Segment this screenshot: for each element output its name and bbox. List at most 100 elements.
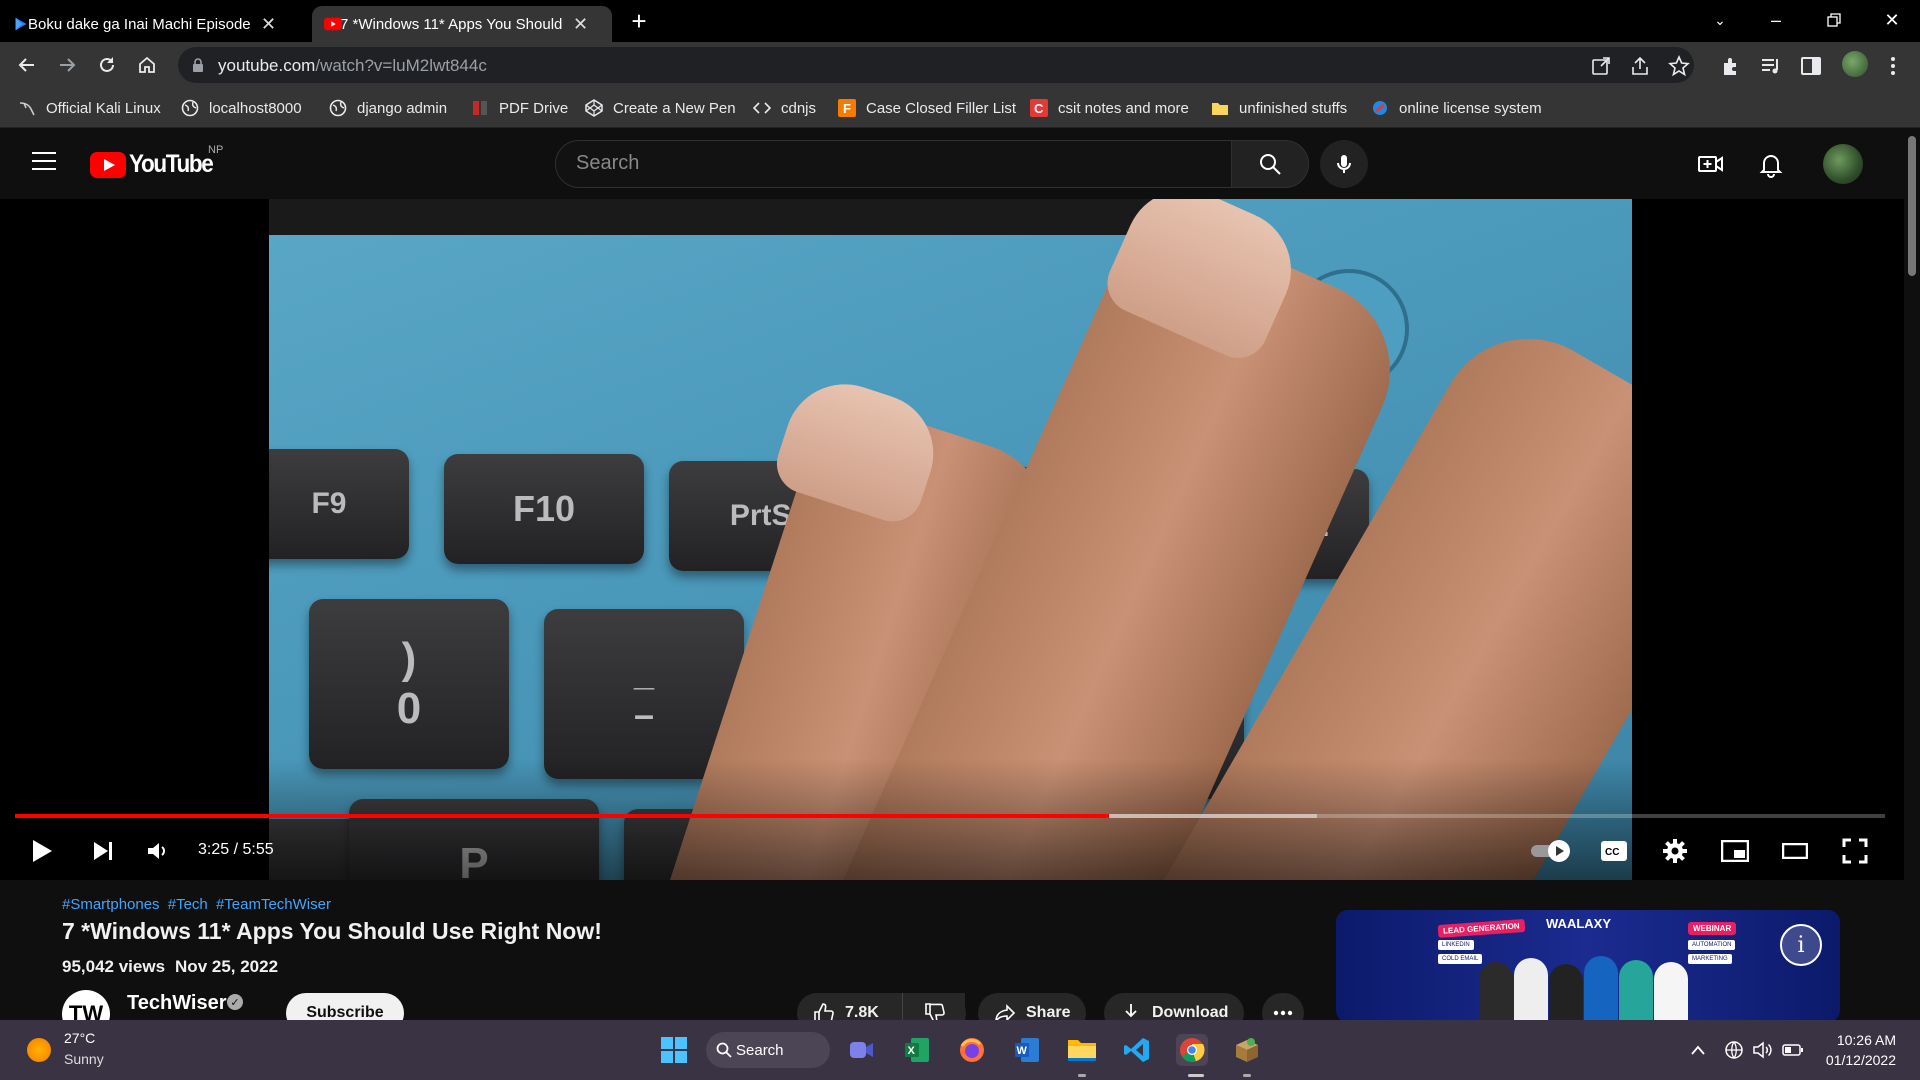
play-button[interactable] <box>24 833 60 869</box>
youtube-icon <box>324 17 342 31</box>
running-indicator <box>1243 1074 1251 1077</box>
create-video-icon[interactable] <box>1697 150 1725 178</box>
close-window-button[interactable]: ✕ <box>1864 0 1920 40</box>
package-app[interactable] <box>1231 1034 1263 1066</box>
bookmark-django-admin[interactable]: django admin <box>329 97 447 119</box>
restore-button[interactable] <box>1806 0 1862 40</box>
channel-name[interactable]: TechWiser <box>127 992 226 1015</box>
fullscreen-button[interactable] <box>1837 833 1873 869</box>
word-app[interactable]: W <box>1011 1034 1043 1066</box>
menu-icon[interactable] <box>32 152 56 172</box>
active-indicator <box>1188 1074 1204 1077</box>
notifications-bell-icon[interactable] <box>1757 150 1785 178</box>
reload-button[interactable] <box>92 50 122 80</box>
hashtag-link[interactable]: #Tech <box>168 896 208 913</box>
speaker-icon[interactable] <box>1752 1040 1774 1060</box>
weather-temperature[interactable]: 27°C <box>64 1030 95 1046</box>
system-clock[interactable]: 10:26 AM 01/12/2022 <box>1826 1030 1896 1070</box>
open-in-app-icon[interactable] <box>1590 55 1612 77</box>
key-symbol: ) <box>401 634 417 683</box>
vscode-app[interactable] <box>1121 1034 1153 1066</box>
share-icon[interactable] <box>1629 55 1651 77</box>
ad-brand: WAALAXY <box>1546 916 1611 931</box>
sun-icon[interactable] <box>27 1038 51 1062</box>
bookmark-case-closed[interactable]: F Case Closed Filler List <box>838 97 1016 119</box>
autoplay-toggle[interactable] <box>1528 833 1574 869</box>
more-vertical-icon[interactable] <box>1882 55 1904 77</box>
chevron-up-icon[interactable] <box>1690 1044 1706 1056</box>
back-button[interactable] <box>12 50 42 80</box>
share-button[interactable]: Share <box>978 993 1087 1020</box>
file-explorer-app[interactable] <box>1066 1034 1098 1066</box>
microphone-icon <box>1337 155 1351 173</box>
ad-chip: MARKETING <box>1688 954 1732 964</box>
extensions-icon[interactable] <box>1720 55 1742 77</box>
battery-icon[interactable] <box>1782 1042 1804 1058</box>
video-frame[interactable]: F9 F10 PrtSc F F12 )0 _– P <box>269 199 1632 880</box>
chrome-app[interactable] <box>1176 1034 1208 1066</box>
video-player[interactable]: F9 F10 PrtSc F F12 )0 _– P 3:25 / 5:55 <box>0 199 1904 880</box>
hashtag-link[interactable]: #Smartphones <box>62 896 160 913</box>
hashtag-link[interactable]: #TeamTechWiser <box>216 896 331 913</box>
bookmark-cdnjs[interactable]: cdnjs <box>753 97 816 119</box>
tab-boku-dake[interactable]: Boku dake ga Inai Machi Episode ✕ <box>0 6 306 42</box>
tab-close-icon[interactable]: ✕ <box>261 14 276 35</box>
bookmark-localhost8000[interactable]: localhost8000 <box>181 97 302 119</box>
more-horizontal-icon <box>1273 1010 1293 1016</box>
bookmark-license-system[interactable]: online license system <box>1371 97 1542 119</box>
network-globe-icon[interactable] <box>1724 1040 1744 1060</box>
channel-avatar[interactable]: TW <box>62 990 110 1020</box>
ad-info-button[interactable]: i <box>1780 924 1822 966</box>
new-tab-button[interactable]: + <box>624 6 654 36</box>
bookmark-codepen[interactable]: Create a New Pen <box>585 97 736 119</box>
bookmark-kali-linux[interactable]: Official Kali Linux <box>18 97 161 119</box>
captions-button[interactable]: CC <box>1596 833 1632 869</box>
minimize-button[interactable]: – <box>1748 0 1804 40</box>
excel-app[interactable]: X <box>901 1034 933 1066</box>
media-controls-icon[interactable] <box>1760 55 1782 77</box>
more-actions-button[interactable] <box>1262 993 1304 1020</box>
next-button[interactable] <box>85 833 121 869</box>
bookmark-label: django admin <box>357 99 448 117</box>
forward-button[interactable] <box>52 50 82 80</box>
teams-chat-app[interactable] <box>846 1034 878 1066</box>
bookmark-unfinished-stuffs[interactable]: unfinished stuffs <box>1211 97 1347 119</box>
theater-mode-button[interactable] <box>1777 833 1813 869</box>
search-input[interactable] <box>576 152 1196 175</box>
voice-search-button[interactable] <box>1320 140 1368 188</box>
ad-person <box>1654 962 1688 1020</box>
tab-close-icon[interactable]: ✕ <box>573 14 588 35</box>
account-avatar[interactable] <box>1823 144 1863 184</box>
profile-avatar[interactable] <box>1842 51 1868 77</box>
search-button[interactable] <box>1231 140 1309 188</box>
firefox-app[interactable] <box>956 1034 988 1066</box>
windows-logo-icon <box>661 1037 687 1063</box>
settings-button[interactable] <box>1657 833 1693 869</box>
bookmark-pdf-drive[interactable]: PDF Drive <box>471 97 568 119</box>
bookmark-csit-notes[interactable]: C csit notes and more <box>1030 97 1189 119</box>
download-button[interactable]: Download <box>1104 993 1245 1020</box>
reload-icon <box>100 57 114 72</box>
taskbar-search-label: Search <box>736 1041 784 1059</box>
scrollbar-thumb[interactable] <box>1908 136 1916 276</box>
tab-youtube-video[interactable]: 7 *Windows 11* Apps You Should ✕ <box>312 6 612 42</box>
subscribe-button[interactable]: Subscribe <box>286 993 404 1020</box>
bookmark-label: unfinished stuffs <box>1239 99 1348 117</box>
key-symbol: _ <box>633 652 655 693</box>
home-button[interactable] <box>132 50 162 80</box>
youtube-logo[interactable]: YouTube NP <box>90 144 223 179</box>
ad-banner[interactable]: WAALAXY LEAD GENERATION WEBINAR LINKEDIN… <box>1336 910 1840 1020</box>
mute-button[interactable] <box>140 833 176 869</box>
taskbar-search[interactable]: Search <box>706 1032 830 1068</box>
miniplayer-button[interactable] <box>1717 833 1753 869</box>
region-code: NP <box>208 144 224 156</box>
progress-bar[interactable] <box>15 814 1885 818</box>
side-panel-icon[interactable] <box>1800 55 1822 77</box>
address-bar[interactable]: youtube.com/watch?v=luM2lwt844c <box>178 47 1694 83</box>
weather-description[interactable]: Sunny <box>64 1051 104 1067</box>
start-button[interactable] <box>658 1034 690 1066</box>
dislike-button[interactable] <box>902 993 966 1020</box>
page-scrollbar[interactable] <box>1904 128 1920 1020</box>
bookmark-star-icon[interactable] <box>1668 55 1690 77</box>
tab-search-icon[interactable]: ⌄ <box>1692 0 1748 40</box>
